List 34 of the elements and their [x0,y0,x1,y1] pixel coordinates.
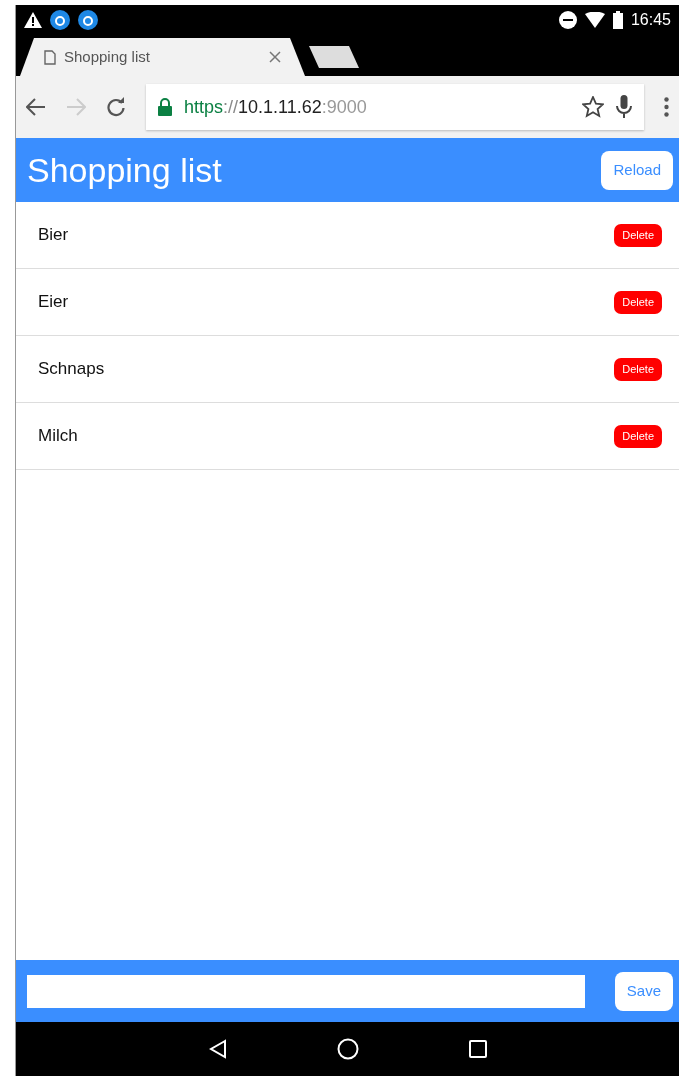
browser-tab[interactable]: Shopping list [20,38,305,76]
close-icon[interactable] [269,51,281,63]
item-name: Milch [38,425,78,448]
do-not-disturb-icon [558,11,577,29]
delete-button[interactable]: Delete [614,424,662,448]
app-notification-icon [78,10,98,30]
page-icon [44,49,56,65]
reload-icon[interactable] [106,97,126,117]
item-input-field[interactable] [27,974,585,1008]
back-icon[interactable] [26,98,46,116]
delete-button[interactable]: Delete [614,357,662,381]
star-icon[interactable] [582,96,604,118]
app-notification-icon [50,10,70,30]
reload-button[interactable]: Reload [601,150,673,190]
wifi-icon [584,12,605,28]
back-nav-icon[interactable] [208,1039,227,1059]
microphone-icon[interactable] [616,95,632,119]
save-button[interactable]: Save [614,971,673,1011]
clock-time: 16:45 [630,10,671,30]
item-name: Schnaps [38,358,105,381]
lock-icon [158,98,172,116]
warning-icon [24,12,42,28]
delete-button[interactable]: Delete [614,290,662,314]
battery-icon [612,11,623,29]
recent-apps-icon[interactable] [468,1040,487,1058]
tab-title: Shopping list [64,46,151,67]
url-text: https://10.1.11.62:9000 [184,95,368,119]
item-name: Bier [38,224,69,247]
address-bar[interactable]: https://10.1.11.62:9000 [146,84,644,130]
item-name: Eier [38,291,69,314]
delete-button[interactable]: Delete [614,223,662,247]
app-title: Shopping list [27,149,222,191]
home-icon[interactable] [336,1038,359,1060]
more-menu-icon[interactable] [664,97,669,117]
